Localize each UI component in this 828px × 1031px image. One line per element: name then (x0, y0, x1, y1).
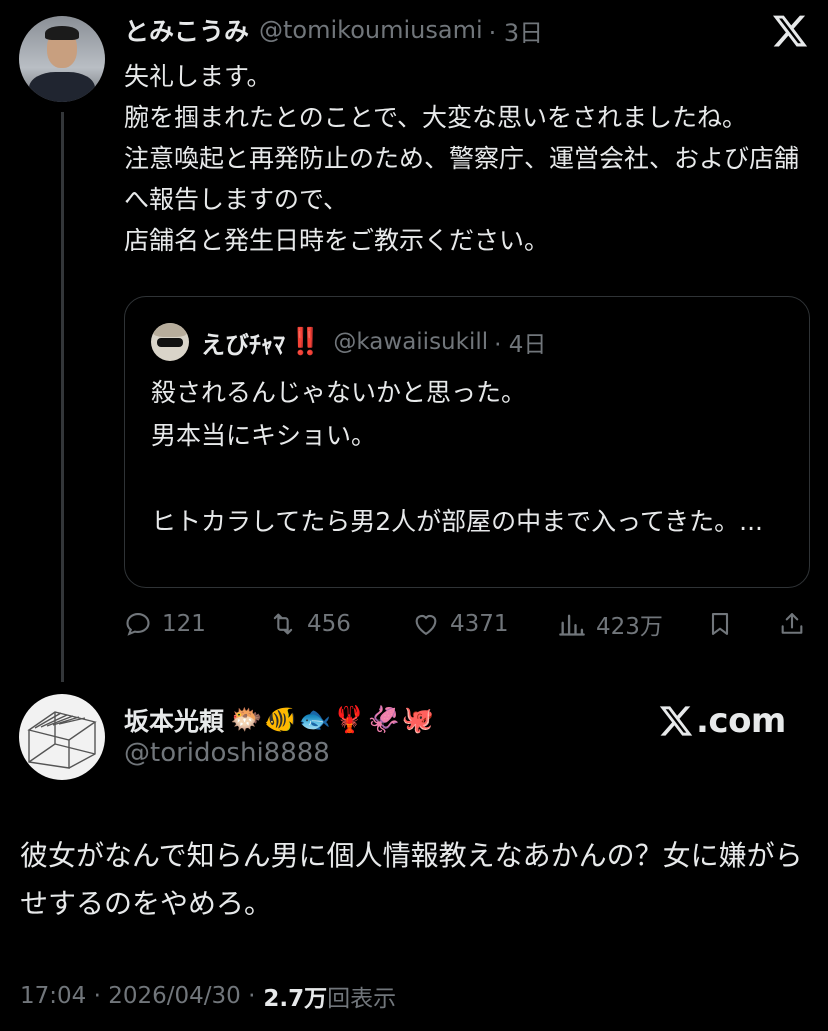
reply-count: 121 (162, 611, 206, 637)
tweet2-author-emojis: 🐡🐠🐟🦞🦑🐙 (230, 705, 437, 735)
avatar-tomikoumi[interactable] (19, 16, 105, 102)
quoted-tweet[interactable]: えびﾁｬﾏ ‼️ @kawaiisukill · 4日 殺されるんじゃないかと思… (124, 296, 810, 588)
bookmark-icon (711, 613, 729, 635)
tweet2-author-name[interactable]: 坂本光頼 (124, 702, 224, 738)
tweet2-views-label: 回表示 (327, 986, 397, 1012)
reply-button[interactable]: 121 (124, 602, 206, 646)
retweet-icon (273, 613, 293, 635)
tweet2-text: 彼女がなんで知らん男に個人情報教えなあかんの？女に嫌がらせするのをやめろ。 (20, 839, 803, 920)
tweet2-author-handle[interactable]: @toridoshi8888 (124, 738, 330, 768)
tweet1-author-name[interactable]: とみこうみ (124, 12, 249, 48)
retweet-button[interactable]: 456 (269, 602, 351, 646)
quote-author-emoji: ‼️ (289, 327, 322, 357)
quote-author-handle: @kawaiisukill (333, 329, 489, 355)
avatar-toridoshi[interactable] (19, 694, 105, 780)
views-button[interactable]: 423万 (558, 602, 663, 646)
quote-author-name: えびﾁｬﾏ (201, 330, 285, 359)
like-button[interactable]: 4371 (412, 602, 509, 646)
quote-header: えびﾁｬﾏ ‼️ @kawaiisukill · 4日 (151, 323, 547, 361)
avatar-kawaiisukill (151, 323, 189, 361)
house-icon (27, 711, 97, 769)
tweet2-meta: 17:04 · 2026/04/30 · 2.7万 回表示 (20, 978, 396, 1014)
tweet2-views-count: 2.7万 (263, 986, 328, 1012)
quote-time: · 4日 (494, 332, 547, 358)
views-count: 423万 (596, 614, 663, 640)
retweet-count: 456 (307, 611, 351, 637)
bookmark-button[interactable] (706, 602, 734, 646)
share-icon (781, 613, 803, 634)
like-icon (415, 614, 437, 636)
tweet1-text: 失礼します。 腕を掴まれたとのことで、大変な思いをされましたね。 注意喚起と再発… (124, 62, 800, 255)
thread-line (61, 112, 64, 682)
share-button[interactable] (778, 602, 806, 646)
tweet1-action-bar: 121 456 4371 423万 (124, 602, 814, 646)
x-com-label: .com (696, 701, 786, 741)
x-logo-icon (772, 15, 808, 47)
reply-icon (126, 613, 150, 636)
x-com-watermark: .com (658, 701, 786, 741)
tweet1-header: とみこうみ @tomikoumiusami · 3日 (124, 12, 543, 48)
like-count: 4371 (450, 611, 509, 637)
x-logo-icon (659, 706, 693, 736)
tweet2-timestamp[interactable]: 17:04 · 2026/04/30 · (20, 983, 255, 1009)
tweet1-time[interactable]: · 3日 (489, 13, 544, 48)
tweet2-header: 坂本光頼 🐡🐠🐟🦞🦑🐙 (124, 702, 436, 738)
views-icon (559, 614, 585, 636)
quote-text: 殺されるんじゃないかと思った。 男本当にキショい。 ヒトカラしてたら男2人が部屋… (151, 378, 763, 536)
tweet1-author-handle[interactable]: @tomikoumiusami (259, 16, 483, 44)
